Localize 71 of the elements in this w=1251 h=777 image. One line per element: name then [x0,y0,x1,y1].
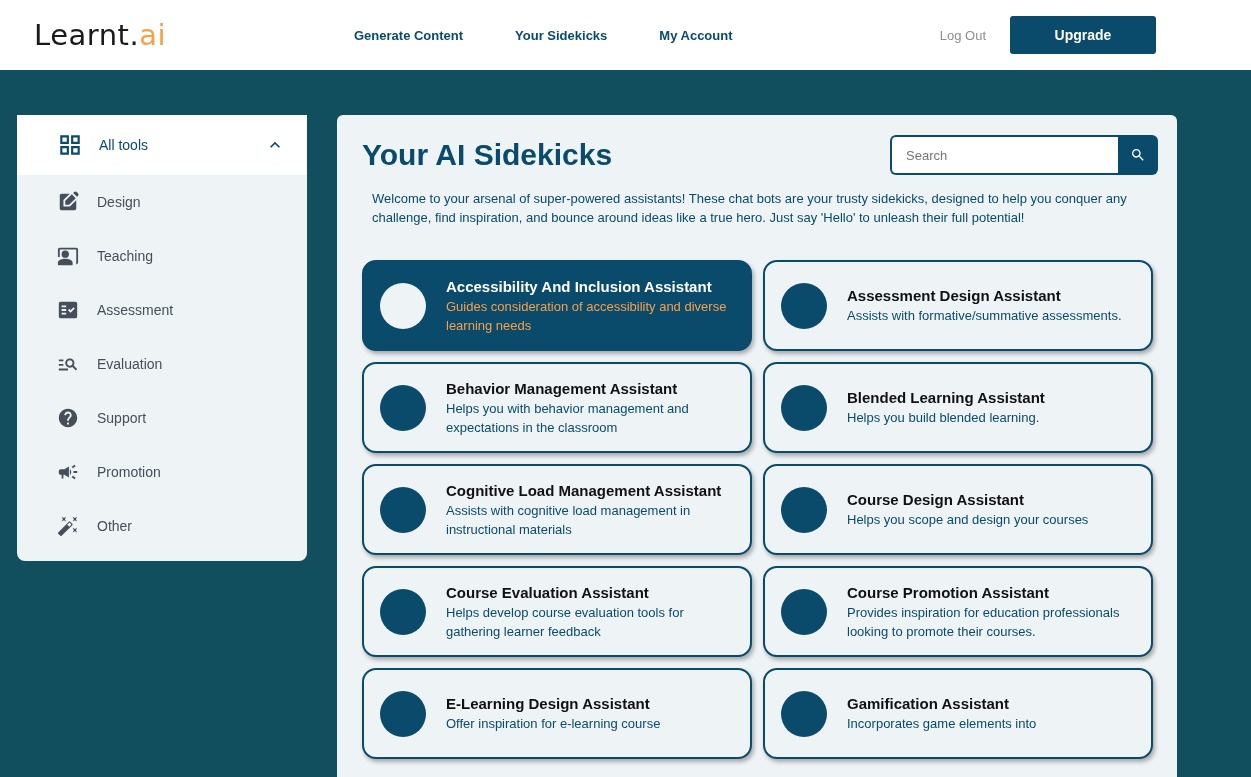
card-description: Guides consideration of accessibility and diverse learning needs [446,297,728,335]
sidebar-item-label: Other [97,518,132,534]
logo: Learnt.ai [34,18,167,52]
assistant-card[interactable]: Course Evaluation Assistant Helps develop course evaluation tools for gathering learner feedback [362,566,752,657]
card-description: Helps you scope and design your courses [847,511,1089,529]
all-tools-header[interactable]: All tools [17,115,307,175]
nav-link[interactable]: Generate Content [354,27,464,43]
avatar-circle [380,486,426,533]
sidebar-item[interactable]: Assessment [17,283,307,337]
sidebar-item-label: Assessment [97,302,174,318]
nav-link[interactable]: Your Sidekicks [515,27,608,43]
sidebar-item[interactable]: Promotion [17,445,307,499]
grid-icon [57,132,83,158]
search-button[interactable] [1118,135,1158,175]
card-description: Assists with formative/summative assessments. [847,307,1122,325]
assistant-card[interactable]: Course Design Assistant Helps you scope and design your courses [763,464,1153,555]
assistant-card[interactable]: Gamification Assistant Incorporates game elements into [763,668,1153,759]
avatar-circle [781,384,827,431]
all-tools-label: All tools [99,137,150,153]
card-title: Course Promotion Assistant [847,582,1050,603]
card-title: Behavior Management Assistant [446,378,679,399]
assistant-card[interactable]: Behavior Management Assistant Helps you with behavior management and expectations in the classroom [362,362,752,453]
avatar-circle [781,690,827,737]
assistant-card[interactable]: Assessment Design Assistant Assists with formative/summative assessments. [763,260,1153,351]
card-title: Gamification Assistant [847,694,1010,714]
card-title: Assessment Design Assistant [847,286,1062,306]
avatar-circle [781,282,827,329]
avatar-circle [380,282,426,329]
card-title: Course Evaluation Assistant [446,582,650,603]
avatar-circle [380,384,426,431]
sidebar-item[interactable]: Other [17,499,307,553]
avatar-circle [781,486,827,533]
sidebar-item-label: Evaluation [97,356,163,372]
card-description: Helps you build blended learning. [847,409,1041,427]
magic-wand-icon [57,515,79,537]
avatar-circle [781,588,827,635]
assistant-card[interactable]: Accessibility And Inclusion Assistant Guides consideration of accessibility and diverse learning needs [362,260,752,351]
card-title: Blended Learning Assistant [847,388,1045,408]
sidebar-item-label: Promotion [97,464,161,480]
card-description: Helps you with behavior management and expectations in the classroom [446,399,690,437]
card-description: Assists with cognitive load management in instructional materials [446,501,692,539]
sidebar-item[interactable]: Teaching [17,229,307,283]
upgrade-button[interactable]: Upgrade [1010,16,1156,54]
card-description: Helps develop course evaluation tools for gathering learner feedback [446,603,685,641]
assistant-card[interactable]: Blended Learning Assistant Helps you build blended learning. [763,362,1153,453]
page-title: Your AI Sidekicks [362,138,613,172]
presenter-icon [57,245,79,267]
card-title: E-Learning Design Assistant [446,694,651,714]
search-icon [1130,147,1146,163]
intro-text: Welcome to your arsenal of super-powered assistants! These chat bots are your trusty sidekicks, designed to help you conquer any challenge, find inspiration, and bounce around ideas like a true hero. Just say 'Hello' to unleash their full potential! [372,190,1128,227]
card-title: Cognitive Load Management Assistant [446,480,723,501]
sidebar-item-label: Teaching [97,248,154,264]
sidebar-item-label: Design [97,194,141,210]
avatar-circle [380,588,426,635]
card-description: Incorporates game elements into [847,715,1037,733]
sidebar-item-label: Support [97,410,147,426]
avatar-circle [380,690,426,737]
sidebar-item[interactable]: Evaluation [17,337,307,391]
assistant-card[interactable]: Cognitive Load Management Assistant Assists with cognitive load management in instructional materials [362,464,752,555]
card-description: Provides inspiration for education professionals looking to promote their courses. [847,603,1121,641]
card-title: Accessibility And Inclusion Assistant [446,276,713,297]
card-description: Offer inspiration for e-learning course [446,715,661,733]
sidebar-item[interactable]: Support [17,391,307,445]
card-title: Course Design Assistant [847,490,1025,510]
assistant-card[interactable]: Course Promotion Assistant Provides inspiration for education professionals looking to promote their courses. [763,566,1153,657]
help-icon [57,407,79,429]
sidebar-item[interactable]: Design [17,175,307,229]
assistant-card[interactable]: E-Learning Design Assistant Offer inspiration for e-learning course [362,668,752,759]
search-input[interactable]: Search [890,135,1118,175]
nav-link[interactable]: My Account [659,27,733,43]
checklist-icon [57,299,79,321]
